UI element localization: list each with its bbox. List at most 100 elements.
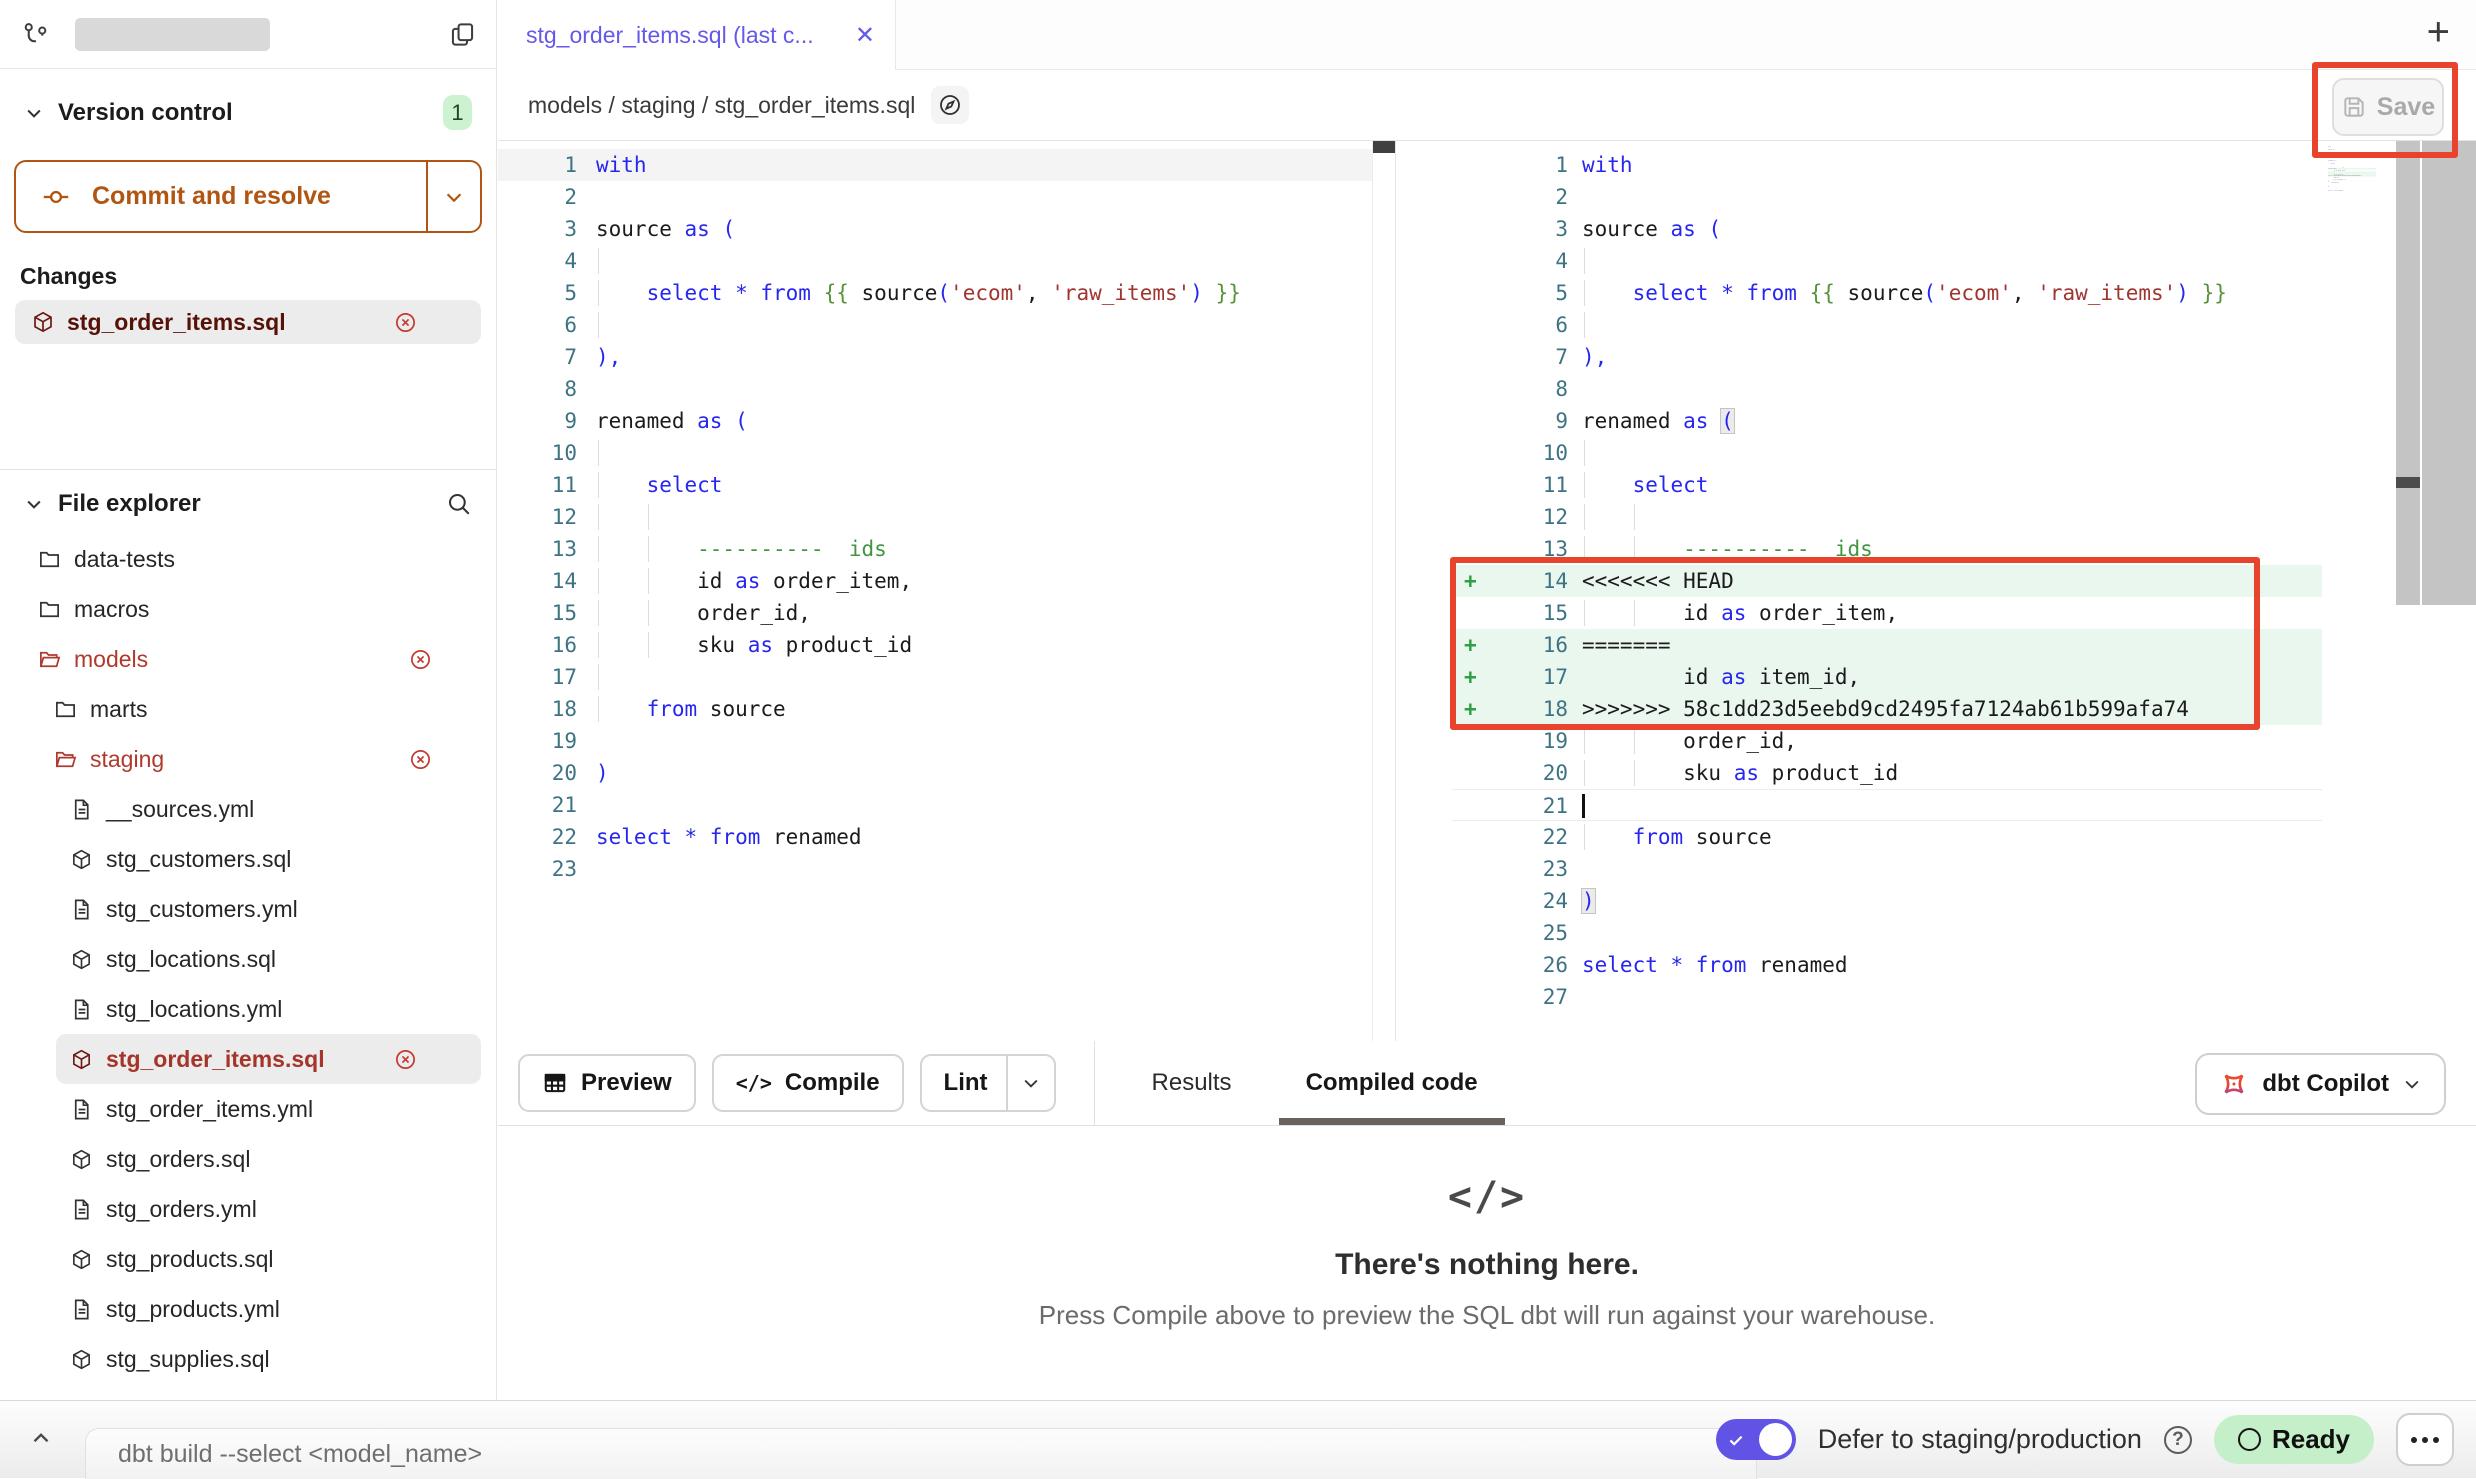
add-tab-button[interactable]: +	[2427, 12, 2450, 52]
editor-split-view: 1with23source as (45 select * from {{ so…	[498, 141, 2476, 1041]
tree-item-stg-products-sql[interactable]: stg_products.sql	[0, 1234, 496, 1284]
more-options-button[interactable]	[2396, 1413, 2454, 1466]
code-line-24: 24)	[1452, 885, 2322, 917]
command-placeholder: dbt build --select <model_name>	[118, 1440, 482, 1469]
discard-change-icon[interactable]	[409, 748, 432, 771]
git-branch-icon[interactable]	[22, 21, 49, 48]
code-brackets-icon: </>	[498, 1174, 2476, 1220]
tree-item-stg-order-items-yml[interactable]: stg_order_items.yml	[0, 1084, 496, 1134]
code-line-11: 11 select	[498, 469, 1372, 501]
commit-and-resolve-button[interactable]: Commit and resolve	[14, 160, 482, 233]
editor-pane-original[interactable]: 1with23source as (45 select * from {{ so…	[498, 141, 1372, 1041]
tree-item-label: staging	[90, 746, 164, 773]
empty-state-subtitle: Press Compile above to preview the SQL d…	[498, 1300, 2476, 1331]
copy-icon[interactable]	[449, 21, 476, 48]
code-line-8: 8	[1452, 373, 2322, 405]
panel-scrollbar[interactable]	[2422, 141, 2476, 605]
tab-results[interactable]: Results	[1125, 1041, 1259, 1125]
discard-change-icon[interactable]	[394, 1048, 417, 1071]
cube-icon	[70, 1248, 93, 1271]
tree-item-stg-customers-sql[interactable]: stg_customers.sql	[0, 834, 496, 884]
tree-item-label: stg_orders.yml	[106, 1196, 257, 1223]
ready-label: Ready	[2272, 1424, 2350, 1455]
chevron-down-icon[interactable]	[24, 494, 44, 514]
tree-item-staging[interactable]: staging	[0, 734, 496, 784]
tree-item-stg-products-yml[interactable]: stg_products.yml	[0, 1284, 496, 1334]
changes-label: Changes	[20, 263, 496, 290]
version-control-title: Version control	[58, 99, 233, 127]
tree-item-stg-locations-yml[interactable]: stg_locations.yml	[0, 984, 496, 1034]
editor-toolbar: Preview </> Compile Lint Results Compile…	[498, 1041, 2476, 1126]
tree-item-label: stg_orders.sql	[106, 1146, 250, 1173]
chevron-up-icon[interactable]	[28, 1425, 54, 1451]
code-line-12: 12	[498, 501, 1372, 533]
lineage-compass-button[interactable]	[931, 86, 969, 124]
changed-file-item[interactable]: stg_order_items.sql	[15, 300, 481, 344]
cube-icon	[70, 1148, 93, 1171]
dbt-copilot-button[interactable]: dbt Copilot	[2195, 1053, 2446, 1115]
lint-button[interactable]: Lint	[920, 1054, 1056, 1112]
code-line-27: 27	[1452, 981, 2322, 1013]
file-explorer-title: File explorer	[58, 490, 201, 518]
lint-options-caret[interactable]	[1006, 1056, 1054, 1110]
minimap[interactable]: 1with23source as (45 select * from {{ so…	[2328, 145, 2392, 285]
code-line-6: 6	[1452, 309, 2322, 341]
tree-item-data-tests[interactable]: data-tests	[0, 534, 496, 584]
help-icon[interactable]: ?	[2164, 1426, 2192, 1454]
save-button[interactable]: Save	[2332, 78, 2444, 136]
preview-button[interactable]: Preview	[518, 1054, 696, 1112]
right-pane-scrollbar[interactable]	[2396, 141, 2420, 605]
tree-item--sources-yml[interactable]: __sources.yml	[0, 784, 496, 834]
defer-toggle[interactable]	[1716, 1419, 1796, 1460]
code-line-15: 15 id as order_item,	[1452, 597, 2322, 629]
tree-item-label: __sources.yml	[106, 796, 254, 823]
code-line-10: 10	[1452, 437, 2322, 469]
command-input[interactable]: dbt build --select <model_name>	[85, 1428, 1757, 1479]
code-line-16: 16 sku as product_id	[498, 629, 1372, 661]
tree-item-stg-supplies-sql[interactable]: stg_supplies.sql	[0, 1334, 496, 1384]
table-icon	[542, 1070, 568, 1096]
status-circle-icon	[2238, 1428, 2261, 1451]
code-line-17: +17 id as item_id,	[1452, 661, 2322, 693]
tree-item-stg-locations-sql[interactable]: stg_locations.sql	[0, 934, 496, 984]
tree-item-label: stg_locations.sql	[106, 946, 276, 973]
tree-item-label: marts	[90, 696, 148, 723]
chevron-down-icon[interactable]	[24, 103, 44, 123]
editor-pane-current[interactable]: 1with23source as (45 select * from {{ so…	[1452, 141, 2476, 1041]
close-tab-icon[interactable]: ✕	[855, 21, 875, 50]
code-line-2: 2	[498, 181, 1372, 213]
tab-stg-order-items[interactable]: stg_order_items.sql (last c... ✕	[498, 0, 896, 70]
tree-item-stg-customers-yml[interactable]: stg_customers.yml	[0, 884, 496, 934]
tree-item-label: stg_products.sql	[106, 1246, 273, 1273]
folder-icon	[38, 598, 61, 621]
compile-button[interactable]: </> Compile	[712, 1054, 904, 1112]
cube-icon	[70, 948, 93, 971]
tree-item-stg-order-items-sql[interactable]: stg_order_items.sql	[56, 1034, 481, 1084]
cube-icon	[70, 848, 93, 871]
compiled-code-panel: </> There's nothing here. Press Compile …	[498, 1126, 2476, 1400]
tab-compiled-code[interactable]: Compiled code	[1279, 1041, 1505, 1125]
code-line-18: +18>>>>>>> 58c1dd23d5eebd9cd2495fa7124ab…	[1452, 693, 2322, 725]
discard-change-icon[interactable]	[394, 311, 417, 334]
discard-change-icon[interactable]	[409, 648, 432, 671]
search-icon[interactable]	[446, 491, 472, 517]
tree-item-stg-orders-sql[interactable]: stg_orders.sql	[0, 1134, 496, 1184]
changes-count-badge: 1	[443, 95, 472, 130]
code-line-6: 6	[498, 309, 1372, 341]
version-control-section: Version control 1 Commit and resolve Cha…	[0, 69, 496, 469]
code-line-18: 18 from source	[498, 693, 1372, 725]
code-line-9: 9renamed as (	[498, 405, 1372, 437]
folder-icon	[38, 548, 61, 571]
tree-item-models[interactable]: models	[0, 634, 496, 684]
tree-item-macros[interactable]: macros	[0, 584, 496, 634]
chevron-down-icon	[2402, 1074, 2422, 1094]
tree-item-stg-orders-yml[interactable]: stg_orders.yml	[0, 1184, 496, 1234]
commit-options-caret[interactable]	[426, 162, 480, 231]
left-pane-scrollbar[interactable]	[1372, 141, 1396, 1041]
tree-item-marts[interactable]: marts	[0, 684, 496, 734]
code-line-1: 1with	[1452, 149, 2322, 181]
file-explorer-section: File explorer data-testsmacrosmodels mart…	[0, 469, 496, 1384]
code-line-21: 21	[1452, 789, 2322, 821]
code-line-21: 21	[498, 789, 1372, 821]
code-line-11: 11 select	[1452, 469, 2322, 501]
